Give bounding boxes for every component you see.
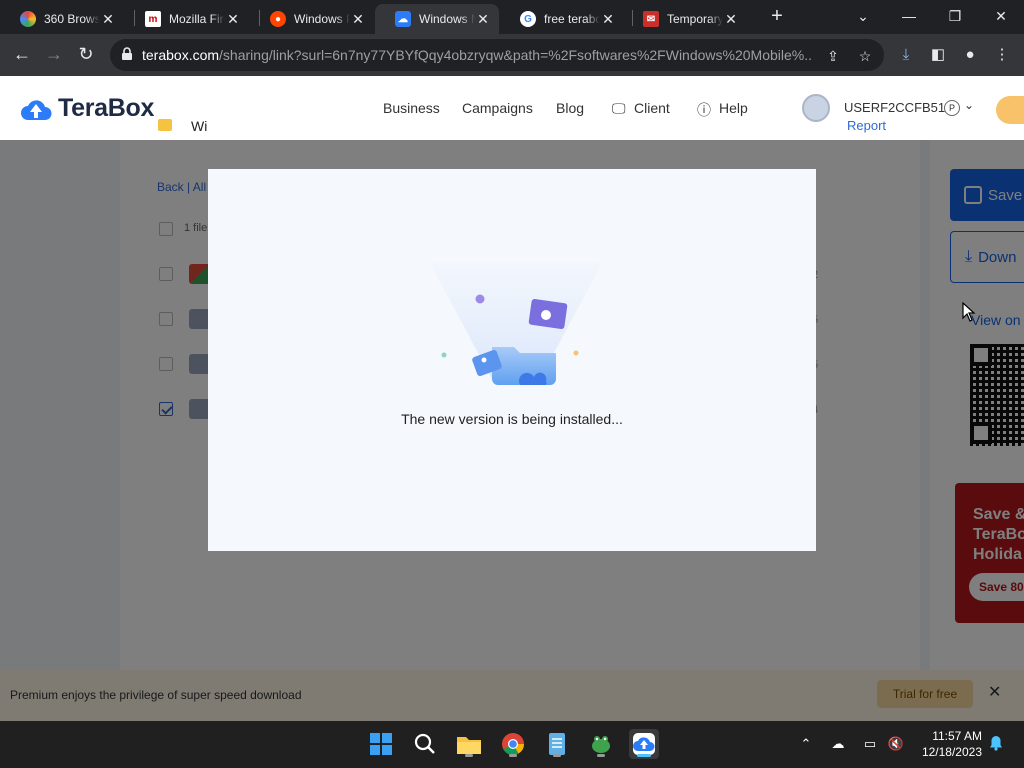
volume-muted-icon[interactable]: 🔇 [886, 735, 906, 753]
forward-arrow-icon[interactable]: → [42, 43, 66, 67]
notification-bell-icon[interactable] [989, 735, 1003, 751]
close-icon[interactable]: ✕ [225, 11, 241, 28]
install-status-message: The new version is being installed... [401, 411, 623, 427]
brand-name: TeraBox [58, 94, 155, 122]
nav-business[interactable]: Business [383, 100, 440, 116]
start-button[interactable] [366, 729, 396, 759]
chevron-down-icon[interactable]: ⌄ [964, 98, 974, 112]
close-icon[interactable]: ✕ [600, 11, 616, 28]
side-panel-icon[interactable]: ◧ [928, 46, 948, 66]
folder-illustration-icon [430, 263, 602, 385]
share-icon[interactable]: ⇪ [824, 47, 842, 65]
username[interactable]: USERF2CCFB51 [844, 100, 945, 115]
tab-windows-mobile[interactable]: ☁ Windows Mobile ✕ [375, 4, 499, 34]
help-circle-icon: ⓘ [697, 102, 711, 118]
search-button[interactable] [410, 729, 440, 759]
bookmark-star-icon[interactable]: ☆ [856, 47, 874, 65]
tab-mozilla-firefox[interactable]: m Mozilla Firefox ✕ [125, 4, 249, 34]
browser-tab-bar: 360 Browser ✕ m Mozilla Firefox ✕ ● Wind… [0, 0, 1024, 34]
monitor-icon: 🖵 [612, 100, 626, 116]
close-window-button[interactable]: ✕ [978, 4, 1024, 30]
terabox-icon: ☁ [395, 11, 411, 27]
lock-icon [122, 47, 132, 60]
tab-search-button[interactable]: ⌄ [840, 4, 886, 30]
close-icon[interactable]: ✕ [100, 11, 116, 28]
mail-icon: ✉ [643, 11, 659, 27]
terabox-logo[interactable]: TeraBox [20, 94, 154, 123]
network-icon[interactable]: ▭ [860, 735, 880, 753]
windows-taskbar: ⌃ ☁ ▭ 🔇 [0, 721, 1024, 768]
promo-pill[interactable] [996, 96, 1024, 124]
tab-windows-phone[interactable]: ● Windows Phone ✕ [250, 4, 374, 34]
nav-campaigns[interactable]: Campaigns [462, 100, 533, 116]
tab-temporary[interactable]: ✉ Temporary ✕ [623, 4, 747, 34]
tab-label: Windows Mobile [419, 12, 475, 26]
running-indicator [553, 754, 561, 757]
nav-client[interactable]: Client [634, 100, 670, 116]
mozilla-icon: m [145, 11, 161, 27]
restore-button[interactable]: ❐ [932, 4, 978, 30]
close-icon[interactable]: ✕ [475, 11, 491, 28]
search-icon [414, 733, 435, 754]
tab-360-browser[interactable]: 360 Browser ✕ [0, 4, 124, 34]
nav-blog[interactable]: Blog [556, 100, 584, 116]
running-indicator [597, 754, 605, 757]
report-link[interactable]: Report [847, 118, 886, 133]
360-browser-icon [20, 11, 36, 27]
chevron-up-icon[interactable]: ⌃ [796, 735, 816, 753]
close-icon[interactable]: ✕ [350, 11, 366, 28]
address-bar[interactable]: terabox.com/sharing/link?surl=6n7ny77YBY… [110, 39, 884, 71]
avatar[interactable] [802, 94, 830, 122]
clock-time[interactable]: 11:57 AM [930, 729, 982, 743]
running-indicator [465, 754, 473, 757]
install-modal: The new version is being installed... [208, 169, 816, 551]
url-text: terabox.com/sharing/link?surl=6n7ny77YBY… [142, 47, 812, 63]
windows-logo-icon [370, 733, 392, 755]
close-icon[interactable]: ✕ [723, 11, 739, 28]
taskbar-chrome[interactable] [498, 729, 528, 759]
profile-icon[interactable]: ● [960, 46, 980, 66]
tab-label: Mozilla Firefox [169, 12, 225, 26]
menu-kebab-icon[interactable]: ⋮ [992, 46, 1012, 66]
taskbar-game-app[interactable] [586, 729, 616, 759]
tab-free-terabox[interactable]: G free terabox ✕ [500, 4, 624, 34]
folder-title: Wi [191, 118, 208, 134]
reload-icon[interactable]: ↻ [74, 43, 98, 67]
download-icon[interactable]: ⤓ [896, 46, 916, 66]
taskbar-notepad[interactable] [542, 729, 572, 759]
web-page: TeraBox Business Campaigns Blog 🖵 Client… [0, 76, 1024, 721]
url-domain: terabox.com [142, 47, 220, 63]
folder-icon [158, 119, 172, 131]
tab-label: Windows Phone [294, 12, 350, 26]
onedrive-cloud-icon[interactable]: ☁ [828, 735, 848, 753]
google-icon: G [520, 11, 536, 27]
new-tab-button[interactable]: + [766, 6, 788, 28]
reddit-icon: ● [270, 11, 286, 27]
back-arrow-icon[interactable]: ← [10, 43, 34, 67]
tab-label: free terabox [544, 12, 600, 26]
tab-label: 360 Browser [44, 12, 100, 26]
running-indicator [509, 754, 517, 757]
browser-toolbar: ← → ↻ terabox.com/sharing/link?surl=6n7n… [0, 34, 1024, 76]
taskbar-file-explorer[interactable] [454, 729, 484, 759]
tab-label: Temporary [667, 12, 723, 26]
taskbar-terabox[interactable] [629, 729, 659, 759]
premium-badge: P [944, 100, 960, 116]
url-path: /sharing/link?surl=6n7ny77YBYfQqy4obzryq… [219, 47, 812, 63]
mouse-pointer-icon [962, 302, 976, 322]
clock-date[interactable]: 12/18/2023 [918, 745, 982, 759]
nav-help[interactable]: Help [719, 100, 748, 116]
terabox-cloud-icon [21, 99, 52, 120]
running-indicator [637, 754, 651, 757]
minimize-button[interactable]: — [886, 4, 932, 30]
